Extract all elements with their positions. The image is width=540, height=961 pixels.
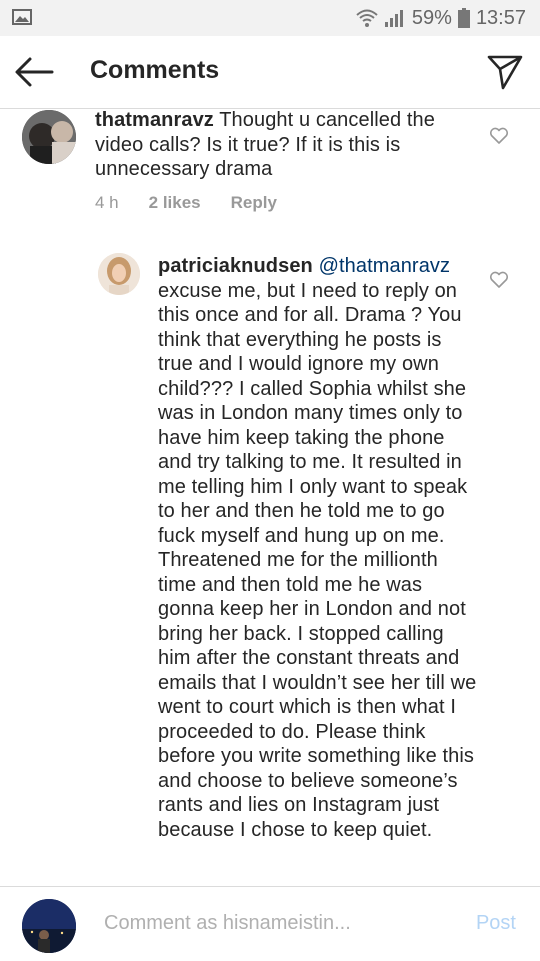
- comment-text: excuse me, but I need to reply on this o…: [158, 279, 477, 841]
- comment-body: thatmanravz Thought u cancelled the vide…: [95, 108, 475, 182]
- post-button[interactable]: Post: [476, 912, 516, 935]
- battery-icon: [457, 8, 470, 28]
- comment-thatmanravz: thatmanravz Thought u cancelled the vide…: [0, 108, 540, 228]
- comment-meta: 4 h 2 likes Reply: [95, 193, 277, 213]
- comment-username[interactable]: thatmanravz: [95, 109, 214, 131]
- page-title: Comments: [90, 56, 220, 84]
- mention-link[interactable]: @thatmanravz: [319, 255, 451, 277]
- comment-input[interactable]: Comment as hisnameistin...: [104, 912, 351, 935]
- avatar: [22, 899, 76, 953]
- heart-icon[interactable]: [489, 127, 509, 145]
- send-icon[interactable]: [486, 53, 524, 91]
- back-arrow-icon[interactable]: [14, 54, 56, 90]
- clock: 13:57: [475, 6, 526, 29]
- likes-count[interactable]: 2 likes: [149, 193, 201, 213]
- comment-username[interactable]: patriciaknudsen: [158, 255, 313, 277]
- battery-percent: 59%: [411, 6, 452, 29]
- heart-icon[interactable]: [489, 271, 509, 289]
- signal-icon: [384, 10, 403, 27]
- avatar[interactable]: [22, 110, 76, 164]
- comment-time: 4 h: [95, 193, 119, 212]
- status-bar: 59% 13:57: [0, 0, 540, 36]
- wifi-icon: [356, 9, 378, 27]
- comment-body: patriciaknudsen @thatmanravz excuse me, …: [158, 254, 478, 842]
- comment-composer: Comment as hisnameistin... Post: [0, 886, 540, 961]
- app-header: Comments: [0, 36, 540, 109]
- reply-button[interactable]: Reply: [231, 193, 277, 213]
- comment-patriciaknudsen: patriciaknudsen @thatmanravz excuse me, …: [0, 250, 540, 886]
- avatar[interactable]: [98, 253, 140, 295]
- gallery-icon: [12, 9, 32, 25]
